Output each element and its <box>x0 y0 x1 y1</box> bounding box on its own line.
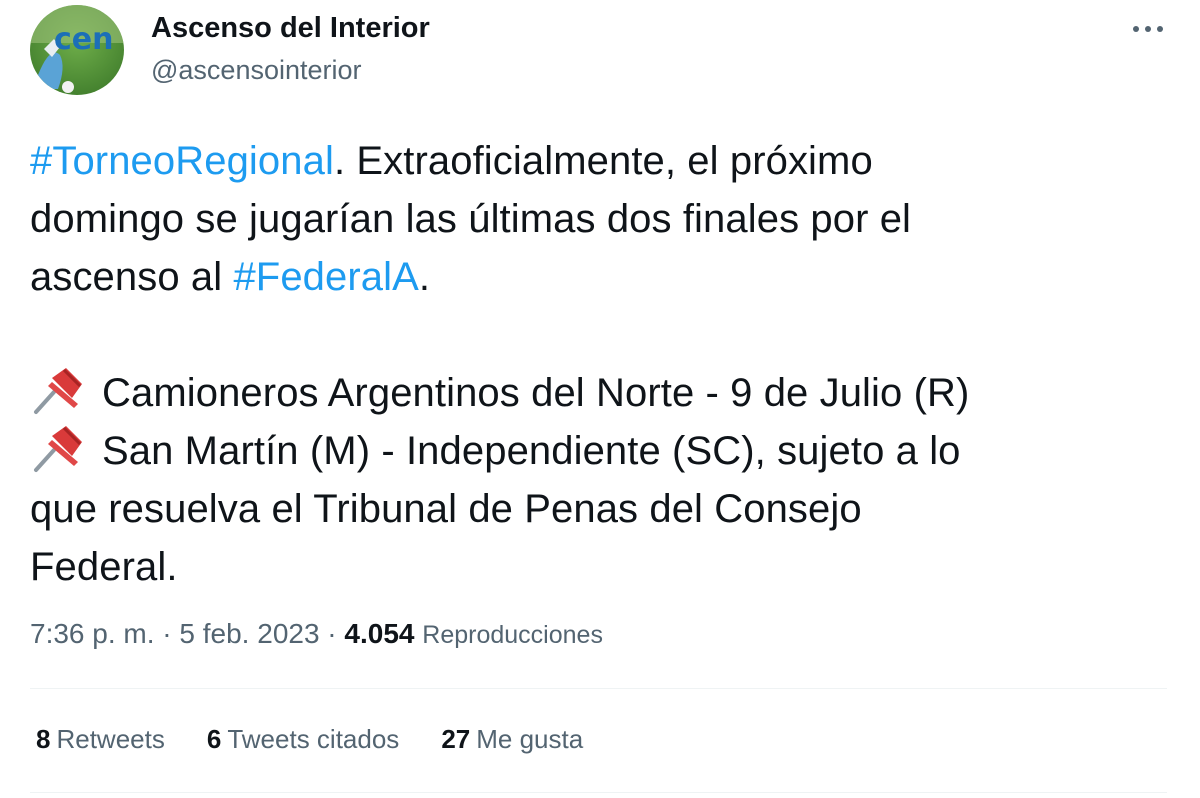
tweet-text-segment: . <box>418 255 431 299</box>
tweet-text-segment: ascenso al <box>30 255 234 299</box>
tweet-line: domingo se jugarían las últimas dos fina… <box>30 197 912 241</box>
pushpin-icon <box>30 364 88 416</box>
views-label: Reproducciones <box>422 621 603 649</box>
tweet-text-segment: . Extraoficialmente, el próximo <box>333 139 873 183</box>
avatar-logo: cen nter <box>30 5 124 95</box>
likes-label: Me gusta <box>476 724 584 754</box>
retweets-count: 8 <box>36 724 51 754</box>
tweet: cen nter Ascenso del Interior @ascensoin… <box>0 0 1200 798</box>
more-horizontal-icon <box>1133 26 1163 32</box>
author-handle[interactable]: @ascensointerior <box>151 55 362 86</box>
tweet-text: #TorneoRegional. Extraoficialmente, el p… <box>30 132 1160 596</box>
meta-separator: · <box>154 618 180 649</box>
tweet-timestamp-link[interactable]: 7:36 p. m. · 5 feb. 2023 <box>30 618 320 649</box>
views-count: 4.054 <box>344 618 415 649</box>
tweet-line: Federal. <box>30 545 178 589</box>
tweet-time: 7:36 p. m. <box>30 618 155 649</box>
hashtag-link[interactable]: #TorneoRegional <box>30 139 334 183</box>
tweet-line: #TorneoRegional. Extraoficialmente, el p… <box>30 132 1160 190</box>
hashtag-link[interactable]: #FederalA <box>233 255 418 299</box>
more-options-button[interactable] <box>1126 14 1170 44</box>
pushpin-icon <box>30 422 88 474</box>
tweet-meta: 7:36 p. m. · 5 feb. 2023 · 4.054 Reprodu… <box>30 618 603 650</box>
author-display-name[interactable]: Ascenso del Interior <box>151 12 430 45</box>
tweet-line: ascenso al #FederalA. <box>30 248 1160 306</box>
quote-tweets-stat[interactable]: 6 Tweets citados <box>207 724 399 755</box>
divider <box>30 688 1167 689</box>
avatar[interactable]: cen nter <box>30 5 124 95</box>
tweet-line: que resuelva el Tribunal de Penas del Co… <box>30 487 862 531</box>
likes-stat[interactable]: 27 Me gusta <box>441 724 583 755</box>
divider <box>30 792 1167 793</box>
match-2-text: San Martín (M) - Independiente (SC), suj… <box>102 429 961 473</box>
avatar-text-top: cen nter <box>54 22 124 57</box>
meta-separator: · <box>319 618 345 649</box>
likes-count: 27 <box>441 724 471 754</box>
retweets-stat[interactable]: 8 Retweets <box>36 724 165 755</box>
tweet-date: 5 feb. 2023 <box>179 618 320 649</box>
tweet-line: Camioneros Argentinos del Norte - 9 de J… <box>30 364 1160 422</box>
retweets-label: Retweets <box>56 724 165 754</box>
engagement-stats: 8 Retweets 6 Tweets citados 27 Me gusta <box>36 724 625 755</box>
match-1-text: Camioneros Argentinos del Norte - 9 de J… <box>102 371 970 415</box>
quote-tweets-count: 6 <box>206 724 222 754</box>
tweet-line: San Martín (M) - Independiente (SC), suj… <box>30 422 1160 480</box>
quote-tweets-label: Tweets citados <box>227 724 400 754</box>
